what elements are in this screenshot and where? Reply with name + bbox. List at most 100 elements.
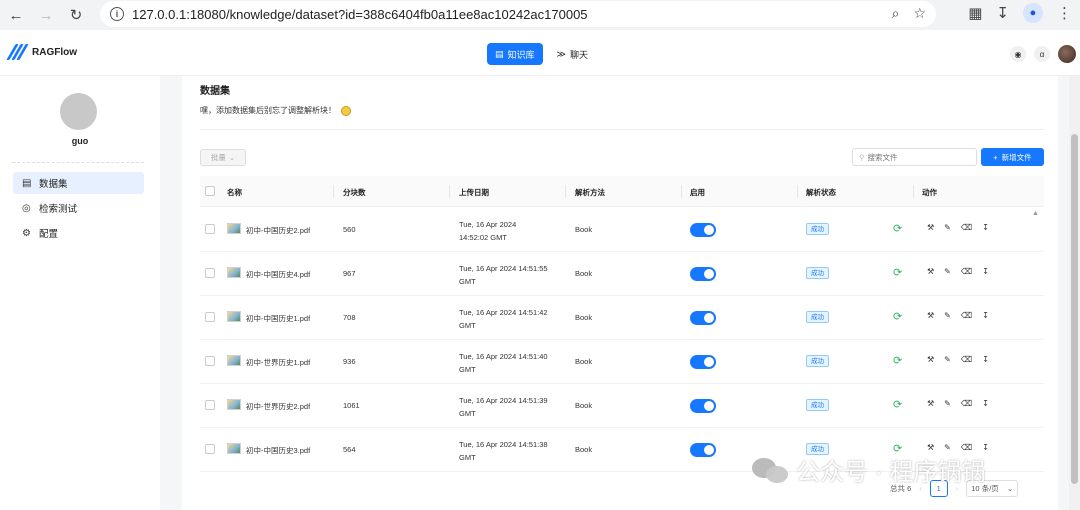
enable-toggle[interactable] (690, 443, 716, 457)
tool-icon[interactable]: ⚒ (927, 223, 934, 232)
pdf-thumbnail-icon (227, 399, 241, 410)
delete-icon[interactable]: ⌫ (961, 399, 972, 408)
back-icon[interactable]: ← (2, 1, 30, 29)
download-icon[interactable]: ↧ (982, 399, 989, 408)
column-parse-status[interactable]: 解析状态 (806, 187, 836, 198)
sidebar-item-retrieval-test[interactable]: ◎ 检索测试 (13, 197, 144, 219)
reload-icon[interactable]: ↻ (62, 1, 90, 29)
batch-dropdown[interactable]: 批量 ⌄ (200, 149, 246, 166)
delete-icon[interactable]: ⌫ (961, 443, 972, 452)
new-file-button[interactable]: + 新增文件 (981, 148, 1044, 166)
tab-chat[interactable]: ≫ 聊天 (548, 43, 596, 65)
chunk-count: 564 (343, 445, 356, 454)
download-icon[interactable]: ↧ (982, 355, 989, 364)
user-avatar[interactable] (1058, 45, 1076, 63)
enable-toggle[interactable] (690, 399, 716, 413)
file-name[interactable]: 初中-中国历史1.pdf (246, 313, 310, 324)
search-box[interactable]: ⚲ (852, 148, 977, 166)
search-input[interactable] (867, 152, 968, 162)
menu-icon[interactable]: ⋮ (1057, 4, 1072, 22)
translate-icon[interactable]: α (1034, 46, 1050, 62)
edit-icon[interactable]: ✎ (944, 443, 951, 452)
profile-icon[interactable]: ● (1023, 3, 1043, 23)
column-enabled[interactable]: 启用 (690, 187, 705, 198)
parse-method[interactable]: Book (575, 313, 592, 322)
delete-icon[interactable]: ⌫ (961, 223, 972, 232)
enable-toggle[interactable] (690, 267, 716, 281)
column-separator (681, 185, 682, 198)
tool-icon[interactable]: ⚒ (927, 311, 934, 320)
edit-icon[interactable]: ✎ (944, 223, 951, 232)
scrollbar-thumb[interactable] (1071, 134, 1078, 484)
search-icon: ⚲ (859, 152, 865, 162)
address-bar[interactable]: i 127.0.0.1:18080/knowledge/dataset?id=3… (100, 1, 936, 27)
parse-method[interactable]: Book (575, 401, 592, 410)
row-checkbox[interactable] (205, 224, 215, 234)
file-name[interactable]: 初中-中国历史2.pdf (246, 225, 310, 236)
page-scrollbar[interactable] (1069, 76, 1080, 510)
download-icon[interactable]: ↧ (982, 223, 989, 232)
enable-toggle[interactable] (690, 223, 716, 237)
scroll-up-icon[interactable]: ▲ (1032, 210, 1039, 217)
parse-method[interactable]: Book (575, 357, 592, 366)
column-name[interactable]: 名称 (227, 187, 242, 198)
parse-method[interactable]: Book (575, 445, 592, 454)
file-icon: ▤ (22, 177, 32, 189)
edit-icon[interactable]: ✎ (944, 355, 951, 364)
edit-icon[interactable]: ✎ (944, 399, 951, 408)
zoom-icon[interactable]: ⌕ (892, 5, 900, 22)
chunk-count: 1061 (343, 401, 360, 410)
row-checkbox[interactable] (205, 400, 215, 410)
tool-icon[interactable]: ⚒ (927, 443, 934, 452)
parse-method[interactable]: Book (575, 225, 592, 234)
enable-toggle[interactable] (690, 311, 716, 325)
delete-icon[interactable]: ⌫ (961, 311, 972, 320)
edit-icon[interactable]: ✎ (944, 267, 951, 276)
sidebar-item-config[interactable]: ⚙ 配置 (13, 222, 144, 244)
reparse-icon[interactable]: ⟳ (893, 310, 902, 323)
download-icon[interactable]: ↧ (982, 267, 989, 276)
reparse-icon[interactable]: ⟳ (893, 222, 902, 235)
file-name[interactable]: 初中-中国历史4.pdf (246, 269, 310, 280)
column-parse-method[interactable]: 解析方法 (575, 187, 605, 198)
site-info-icon[interactable]: i (110, 7, 124, 21)
parse-method[interactable]: Book (575, 269, 592, 278)
chevron-down-icon: ⌄ (228, 153, 236, 162)
download-icon[interactable]: ↧ (982, 443, 989, 452)
delete-icon[interactable]: ⌫ (961, 267, 972, 276)
tab-knowledge-base[interactable]: ▤ 知识库 (487, 43, 543, 65)
row-checkbox[interactable] (205, 444, 215, 454)
upload-date: Tue, 16 Apr 2024 14:51:42 GMT (459, 306, 564, 332)
upload-date: Tue, 16 Apr 2024 14:51:55 GMT (459, 262, 564, 288)
file-name[interactable]: 初中-世界历史1.pdf (246, 357, 310, 368)
download-icon[interactable]: ↧ (982, 311, 989, 320)
reparse-icon[interactable]: ⟳ (893, 354, 902, 367)
enable-toggle[interactable] (690, 355, 716, 369)
download-icon[interactable]: ↧ (996, 4, 1009, 22)
bookmark-star-icon[interactable]: ☆ (913, 5, 926, 22)
upload-date: Tue, 16 Apr 2024 14:51:39 GMT (459, 394, 564, 420)
row-checkbox[interactable] (205, 312, 215, 322)
file-name[interactable]: 初中-世界历史2.pdf (246, 401, 310, 412)
edit-icon[interactable]: ✎ (944, 311, 951, 320)
forward-icon[interactable]: → (32, 1, 60, 29)
column-upload-date[interactable]: 上传日期 (459, 187, 489, 198)
delete-icon[interactable]: ⌫ (961, 355, 972, 364)
tool-icon[interactable]: ⚒ (927, 267, 934, 276)
github-icon[interactable]: ◉ (1010, 46, 1026, 62)
tool-icon[interactable]: ⚒ (927, 355, 934, 364)
reparse-icon[interactable]: ⟳ (893, 266, 902, 279)
page-title: 数据集 (200, 86, 230, 97)
file-name[interactable]: 初中-中国历史3.pdf (246, 445, 310, 456)
reparse-icon[interactable]: ⟳ (893, 398, 902, 411)
tool-icon[interactable]: ⚒ (927, 399, 934, 408)
column-chunks[interactable]: 分块数 (343, 187, 366, 198)
sidebar-item-dataset[interactable]: ▤ 数据集 (13, 172, 144, 194)
app-logo[interactable]: RAGFlow (6, 44, 77, 60)
column-separator (797, 185, 798, 198)
upload-date-line: Tue, 16 Apr 2024 14:51:38 (459, 440, 548, 449)
row-checkbox[interactable] (205, 356, 215, 366)
extensions-icon[interactable]: ▦ (968, 4, 982, 22)
row-checkbox[interactable] (205, 268, 215, 278)
select-all-checkbox[interactable] (205, 186, 215, 196)
